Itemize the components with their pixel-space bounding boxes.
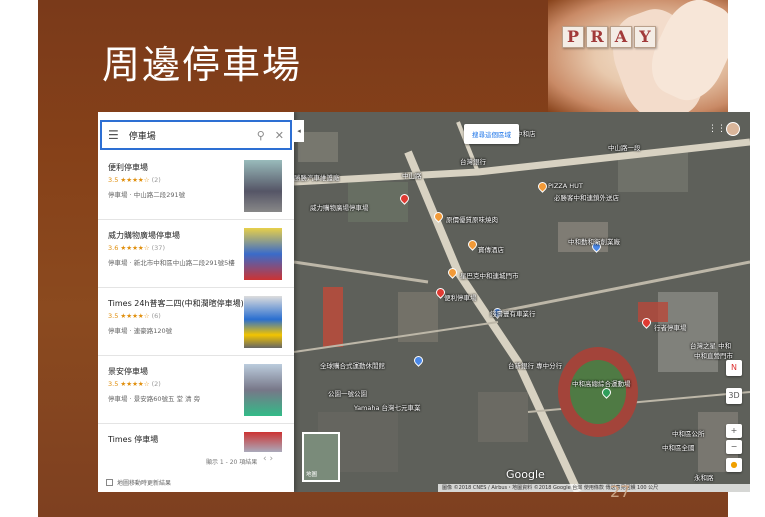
pray-letter: R bbox=[586, 26, 608, 48]
pager-arrows[interactable]: ‹ › bbox=[263, 454, 273, 464]
minimap-label: 地圖 bbox=[306, 472, 318, 478]
map-label: 台灣銀行 bbox=[460, 158, 486, 166]
layer-toggle-minimap[interactable]: 地圖 bbox=[302, 432, 340, 482]
collapse-panel-button[interactable]: ◂ bbox=[294, 120, 304, 142]
result-photo bbox=[244, 228, 282, 280]
map-label: 中和直營門市 bbox=[694, 352, 733, 360]
google-maps-screenshot[interactable]: 中和店 台灣銀行 中山路一段 中山路 勝勝汽車維護廠 威力購物廣場停車場 PIZ… bbox=[98, 112, 750, 492]
map-label: 中和區公所 bbox=[672, 430, 705, 438]
result-photo bbox=[244, 432, 282, 452]
result-address: 停車場 · 景安路60號五 堂 清 旁 bbox=[108, 395, 201, 403]
map-label: 公園一號公園 bbox=[328, 390, 367, 398]
update-on-move[interactable]: 地圖移動時更新結果 bbox=[106, 478, 171, 487]
map-label: 錢壽豐有車業行 bbox=[490, 310, 536, 318]
map-label: PIZZA HUT bbox=[548, 182, 583, 190]
map-label: 永和路 bbox=[694, 474, 714, 482]
search-input[interactable]: 停車場 bbox=[129, 129, 247, 142]
map-label: 中和勤和衛創業廠 bbox=[568, 238, 620, 246]
account-controls: ⋮⋮ bbox=[708, 122, 740, 136]
pegman-icon[interactable]: ● bbox=[726, 458, 742, 472]
presentation-slide: 周邊停車場 P R A Y 中和店 台灣銀行 中山路一段 中山路 勝勝汽車維護廠… bbox=[38, 0, 750, 517]
map-label: 台灣之星 中和 bbox=[690, 342, 732, 350]
pray-letter: A bbox=[610, 26, 632, 48]
menu-icon[interactable]: ☰ bbox=[108, 128, 119, 142]
search-this-area-button[interactable]: 搜尋這個區域 bbox=[464, 124, 519, 144]
result-address: 停車場 · 中山路二段291號 bbox=[108, 191, 186, 199]
result-rating: 3.5 ★★★★☆ (2) bbox=[108, 176, 161, 184]
update-label: 地圖移動時更新結果 bbox=[117, 480, 172, 487]
result-item[interactable]: Times 停車場 bbox=[98, 424, 294, 452]
map-label: 行者停車場 bbox=[654, 324, 687, 332]
apps-grid-icon[interactable]: ⋮⋮ bbox=[708, 124, 726, 134]
avatar[interactable] bbox=[726, 122, 740, 136]
slide-title: 周邊停車場 bbox=[102, 43, 303, 87]
map-label: 威力購物廣場停車場 bbox=[310, 204, 369, 212]
result-name: 威力購物廣場停車場 bbox=[108, 231, 180, 240]
result-item[interactable]: 便利停車場 3.5 ★★★★☆ (2) 停車場 · 中山路二段291號 bbox=[98, 152, 294, 220]
result-address: 停車場 · 新北市中和區中山路二段291號5樓 bbox=[108, 259, 235, 267]
map-label: 全球購合式運動休閒館 bbox=[320, 362, 385, 370]
map-label: 原價優質原味燒肉 bbox=[446, 216, 498, 224]
map-label: 中和區全國 bbox=[662, 444, 695, 452]
map-label: 中和高總綜合運動場 bbox=[572, 380, 631, 388]
result-photo bbox=[244, 364, 282, 416]
praying-hands-photo: P R A Y bbox=[548, 0, 728, 112]
map-label: 中山路一段 bbox=[608, 144, 641, 152]
tilt-3d-button[interactable]: 3D bbox=[726, 388, 742, 404]
result-photo bbox=[244, 160, 282, 212]
map-label: 勝勝汽車維護廠 bbox=[294, 174, 340, 182]
results-pager: 顯示 1 - 20 項結果 bbox=[206, 459, 258, 466]
map-label: 便利停車場 bbox=[444, 294, 477, 302]
result-rating: 3.5 ★★★★☆ (2) bbox=[108, 380, 161, 388]
pray-letter: Y bbox=[634, 26, 656, 48]
result-name: Times 24h普客二四(中和潤暄停車場) bbox=[108, 299, 244, 308]
close-icon[interactable]: ✕ bbox=[275, 129, 284, 142]
result-rating: 3.5 ★★★★☆ (6) bbox=[108, 312, 161, 320]
search-icon[interactable]: ⚲ bbox=[257, 129, 265, 142]
map-label: 星巴克中和連城門市 bbox=[460, 272, 519, 280]
search-results-panel: ☰ 停車場 ⚲ ✕ 便利停車場 3.5 ★★★★☆ (2) 停車場 · 中山路二… bbox=[98, 112, 294, 492]
result-name: 景安停車場 bbox=[108, 367, 148, 376]
pray-blocks: P R A Y bbox=[562, 26, 656, 48]
pray-letter: P bbox=[562, 26, 584, 48]
search-box[interactable]: ☰ 停車場 ⚲ ✕ bbox=[100, 120, 292, 150]
map-attribution: 圖像 ©2018 CNES / Airbus・地圖資料 ©2018 Google… bbox=[438, 484, 750, 492]
result-address: 停車場 · 連豪路120號 bbox=[108, 327, 173, 335]
result-name: 便利停車場 bbox=[108, 163, 148, 172]
chevron-left-icon[interactable]: ‹ bbox=[263, 454, 267, 464]
result-item[interactable]: 景安停車場 3.5 ★★★★☆ (2) 停車場 · 景安路60號五 堂 清 旁 bbox=[98, 356, 294, 424]
map-label: 寶傳酒店 bbox=[478, 246, 504, 254]
zoom-out-button[interactable]: − bbox=[726, 440, 742, 454]
result-item[interactable]: 威力購物廣場停車場 3.6 ★★★★☆ (37) 停車場 · 新北市中和區中山路… bbox=[98, 220, 294, 288]
map-label: 中山路 bbox=[402, 172, 422, 180]
result-item[interactable]: Times 24h普客二四(中和潤暄停車場) 3.5 ★★★★☆ (6) 停車場… bbox=[98, 288, 294, 356]
compass-icon[interactable]: N bbox=[726, 360, 742, 376]
map-label: Yamaha 台灣七元車業 bbox=[354, 404, 421, 412]
map-label: 必勝客中和連鎖外送店 bbox=[554, 194, 619, 202]
result-rating: 3.6 ★★★★☆ (37) bbox=[108, 244, 165, 252]
zoom-in-button[interactable]: + bbox=[726, 424, 742, 438]
chevron-right-icon[interactable]: › bbox=[269, 454, 273, 464]
map-label: 台新銀行 專中分行 bbox=[508, 362, 563, 370]
page-number: 27 bbox=[610, 482, 631, 501]
result-name: Times 停車場 bbox=[108, 435, 159, 444]
google-logo: Google bbox=[506, 468, 545, 481]
update-checkbox[interactable] bbox=[106, 479, 113, 486]
result-photo bbox=[244, 296, 282, 348]
